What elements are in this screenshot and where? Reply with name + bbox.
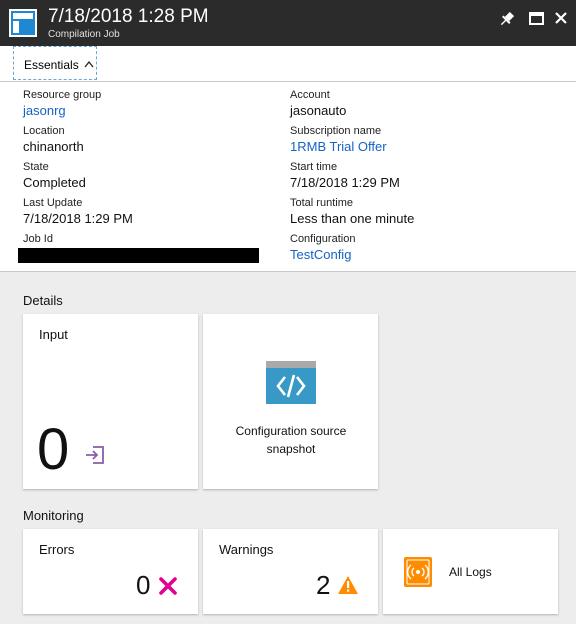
- configuration-source-label-line2: snapshot: [266, 442, 316, 456]
- resource-group-property: Resource group jasonrg: [23, 89, 101, 118]
- monitoring-section-title: Monitoring: [23, 508, 84, 523]
- configuration-code-icon: [266, 361, 316, 404]
- location-label: Location: [23, 125, 65, 137]
- warning-icon: [338, 576, 358, 594]
- logs-icon: [404, 557, 432, 587]
- configuration-source-snapshot-tile[interactable]: Configuration source snapshot: [203, 314, 378, 489]
- errors-count: 0: [136, 570, 151, 600]
- subscription-name-property: Subscription name 1RMB Trial Offer: [290, 125, 387, 154]
- configuration-label: Configuration: [290, 233, 356, 245]
- all-logs-tile[interactable]: All Logs: [383, 529, 558, 614]
- location-value: chinanorth: [23, 139, 84, 154]
- chevron-up-icon: [84, 60, 94, 68]
- errors-tile[interactable]: Errors 0: [23, 529, 198, 614]
- job-id-label: Job Id: [23, 233, 53, 245]
- close-icon[interactable]: [552, 9, 572, 29]
- all-logs-label: All Logs: [449, 565, 492, 579]
- total-runtime-property: Total runtime Less than one minute: [290, 197, 414, 226]
- start-time-label: Start time: [290, 161, 338, 173]
- input-tile[interactable]: Input 0: [23, 314, 198, 489]
- start-time-property: Start time 7/18/2018 1:29 PM: [290, 161, 400, 190]
- configuration-link[interactable]: TestConfig: [290, 247, 355, 262]
- input-icon: [86, 446, 104, 464]
- maximize-icon[interactable]: [527, 9, 547, 29]
- page-subtitle: Compilation Job: [48, 29, 120, 40]
- account-label: Account: [290, 89, 330, 101]
- page-title: 7/18/2018 1:28 PM: [48, 6, 209, 27]
- job-id-property: Job Id: [23, 233, 53, 245]
- configuration-source-label: Configuration source snapshot: [203, 422, 379, 458]
- essentials-bar: Essentials: [0, 46, 576, 82]
- configuration-source-label-line1: Configuration source: [235, 424, 347, 438]
- account-value: jasonauto: [290, 103, 347, 118]
- account-property: Account jasonauto: [290, 89, 346, 118]
- location-property: Location chinanorth: [23, 125, 84, 154]
- warnings-tile[interactable]: Warnings 2: [203, 529, 378, 614]
- blade-header: 7/18/2018 1:28 PM Compilation Job: [0, 0, 576, 46]
- subscription-name-label: Subscription name: [290, 125, 382, 137]
- resource-group-link[interactable]: jasonrg: [23, 103, 101, 118]
- errors-tile-title: Errors: [39, 542, 75, 557]
- subscription-name-link[interactable]: 1RMB Trial Offer: [290, 139, 387, 154]
- last-update-label: Last Update: [23, 197, 83, 209]
- error-icon: [159, 577, 177, 595]
- essentials-toggle-button[interactable]: Essentials: [13, 46, 97, 80]
- last-update-value: 7/18/2018 1:29 PM: [23, 211, 133, 226]
- input-tile-title: Input: [39, 327, 68, 342]
- start-time-value: 7/18/2018 1:29 PM: [290, 175, 400, 190]
- pin-icon[interactable]: [497, 9, 517, 29]
- state-property: State Completed: [23, 161, 86, 190]
- state-label: State: [23, 161, 49, 173]
- details-section-title: Details: [23, 293, 63, 308]
- job-id-redacted-value: [18, 248, 259, 263]
- total-runtime-value: Less than one minute: [290, 211, 415, 226]
- state-value: Completed: [23, 175, 86, 190]
- warnings-count: 2: [316, 570, 331, 600]
- last-update-property: Last Update 7/18/2018 1:29 PM: [23, 197, 133, 226]
- input-count: 0: [37, 417, 70, 482]
- configuration-property: Configuration TestConfig: [290, 233, 355, 262]
- compilation-job-icon: [9, 9, 37, 37]
- warnings-tile-title: Warnings: [219, 542, 274, 557]
- essentials-label: Essentials: [24, 58, 79, 72]
- total-runtime-label: Total runtime: [290, 197, 353, 209]
- resource-group-label: Resource group: [23, 89, 102, 101]
